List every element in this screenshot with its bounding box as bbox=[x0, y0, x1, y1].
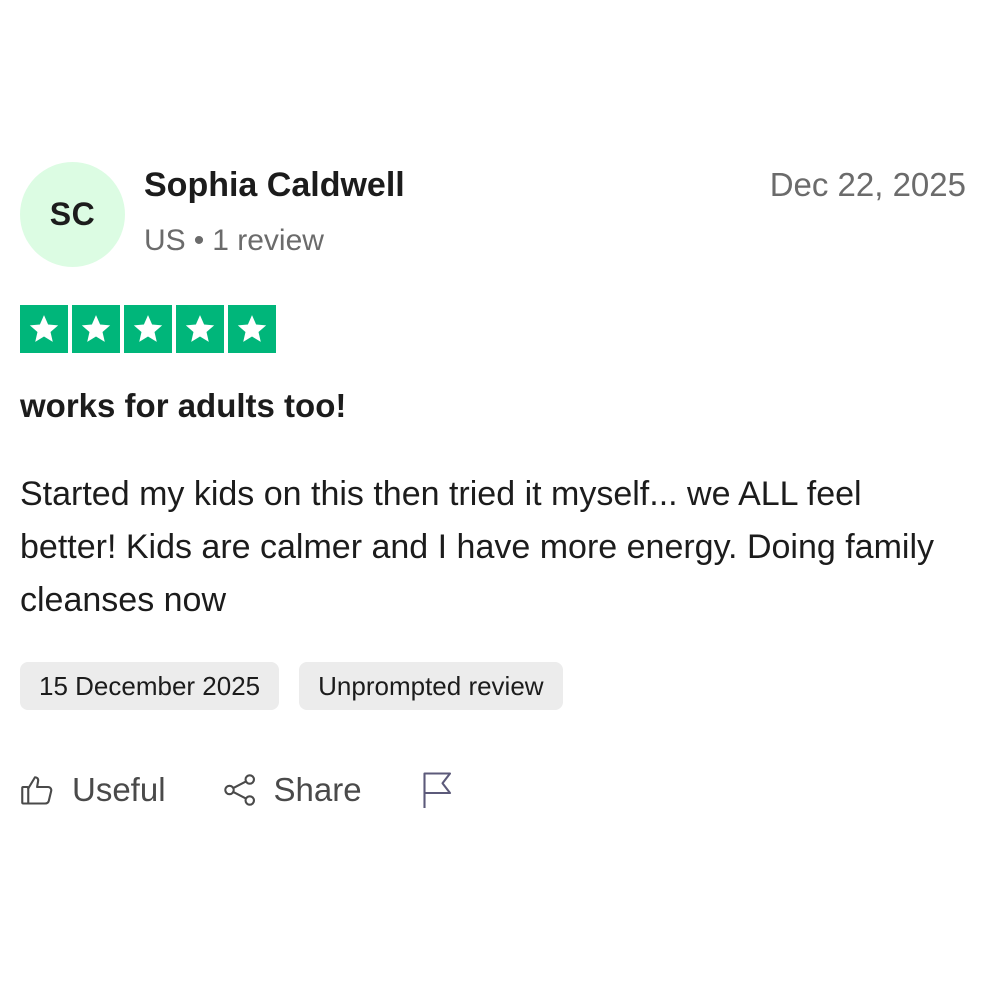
star-icon bbox=[133, 315, 163, 342]
author-country: US bbox=[144, 224, 186, 257]
useful-button[interactable]: Useful bbox=[20, 771, 166, 809]
review-tags: 15 December 2025 Unprompted review bbox=[20, 662, 563, 710]
experience-date-tag: 15 December 2025 bbox=[20, 662, 280, 710]
review-card: SC Sophia Caldwell US • 1 review Dec 22, 2… bbox=[20, 160, 966, 808]
star-icon bbox=[237, 315, 267, 342]
review-actions: Useful Share bbox=[20, 770, 472, 810]
share-label: Share bbox=[273, 771, 362, 808]
share-icon bbox=[223, 774, 255, 806]
star-1 bbox=[20, 305, 68, 353]
review-body: Started my kids on this then tried it my… bbox=[20, 475, 935, 619]
star-2 bbox=[72, 305, 120, 353]
useful-label: Useful bbox=[72, 771, 166, 808]
flag-icon bbox=[423, 772, 451, 808]
star-4 bbox=[176, 305, 224, 353]
author-name[interactable]: Sophia Caldwell bbox=[144, 166, 405, 205]
star-5 bbox=[228, 305, 276, 353]
star-icon bbox=[29, 315, 59, 342]
thumbs-up-icon bbox=[21, 776, 53, 805]
report-button[interactable] bbox=[420, 770, 472, 810]
review-title: works for adults too! bbox=[20, 387, 347, 424]
star-icon bbox=[185, 315, 215, 342]
star-icon bbox=[81, 315, 111, 342]
star-rating bbox=[20, 305, 276, 353]
avatar[interactable]: SC bbox=[20, 162, 125, 267]
review-header: SC Sophia Caldwell US • 1 review Dec 22, 2… bbox=[20, 160, 966, 270]
star-3 bbox=[124, 305, 172, 353]
share-button[interactable]: Share bbox=[222, 771, 362, 809]
meta-separator: • bbox=[193, 224, 205, 257]
author-meta: US • 1 review bbox=[144, 224, 324, 258]
author-review-count: 1 review bbox=[212, 224, 324, 257]
review-type-tag[interactable]: Unprompted review bbox=[299, 662, 563, 710]
review-date: Dec 22, 2025 bbox=[769, 166, 966, 203]
